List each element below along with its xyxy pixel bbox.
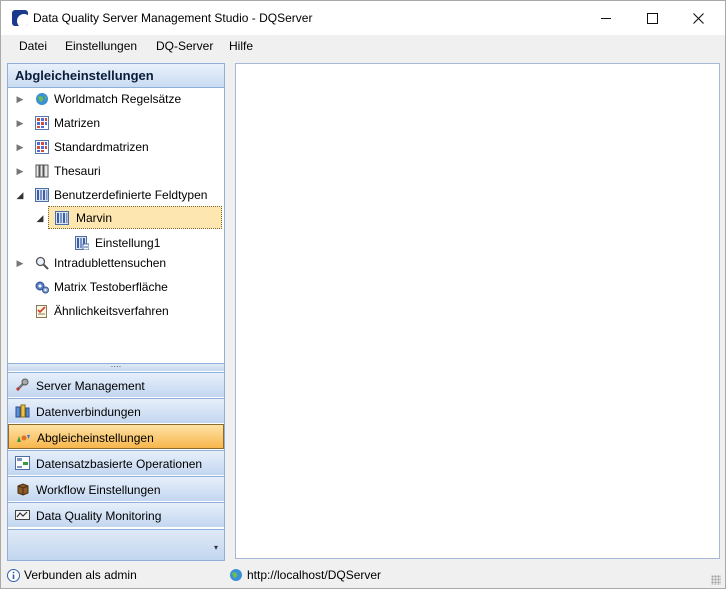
server-url-text: http://localhost/DQServer bbox=[247, 568, 382, 582]
globe-icon bbox=[230, 569, 242, 581]
tree-item-intradublettensuchen[interactable]: ▶ Intradublettensuchen bbox=[8, 253, 224, 273]
connection-status: Verbunden als admin bbox=[7, 568, 137, 582]
tree-item-label: Worldmatch Regelsätze bbox=[54, 92, 182, 106]
nav-overflow-bar[interactable]: ▾ bbox=[8, 529, 224, 560]
tree-item-worldmatch[interactable]: ▶ Worldmatch Regelsätze bbox=[8, 89, 224, 109]
maximize-icon bbox=[646, 12, 658, 24]
menu-hilfe[interactable]: Hilfe bbox=[229, 39, 253, 53]
matrix-icon bbox=[35, 116, 49, 130]
book-icon bbox=[35, 164, 49, 178]
fieldtype-icon bbox=[55, 211, 69, 225]
server-url: http://localhost/DQServer bbox=[229, 568, 381, 582]
resize-grip-icon[interactable] bbox=[711, 575, 721, 585]
globe-icon bbox=[36, 93, 48, 105]
panel-splitter[interactable]: ···· bbox=[8, 363, 224, 371]
app-window: Data Quality Server Management Studio - … bbox=[0, 0, 726, 589]
close-button[interactable] bbox=[675, 1, 721, 35]
title-bar[interactable]: Data Quality Server Management Studio - … bbox=[1, 1, 725, 35]
collapse-arrow-icon[interactable]: ◢ bbox=[35, 213, 45, 223]
tree-item-label: Einstellung1 bbox=[95, 236, 161, 250]
minimize-icon bbox=[601, 17, 611, 19]
monitor-icon bbox=[15, 510, 30, 520]
tree-item-einstellung1[interactable]: Einstellung1 bbox=[8, 233, 224, 253]
nav-datensatzbasierte-operationen[interactable]: Datensatzbasierte Operationen bbox=[8, 450, 224, 475]
tree-item-label: Matrix Testoberfläche bbox=[54, 280, 168, 294]
menu-datei[interactable]: Datei bbox=[19, 39, 47, 53]
expand-arrow-icon[interactable]: ▶ bbox=[15, 118, 25, 128]
tree-item-aehnlichkeitsverfahren[interactable]: Ähnlichkeitsverfahren bbox=[8, 301, 224, 321]
tree-item-label: Matrizen bbox=[54, 116, 101, 130]
navigation-panel: Abgleicheinstellungen ▶ Worldmatch Regel… bbox=[7, 63, 225, 561]
tree-item-label: Benutzerdefinierte Feldtypen bbox=[54, 188, 208, 202]
minimize-button[interactable] bbox=[583, 1, 629, 35]
tree-item-label: Intradublettensuchen bbox=[54, 256, 167, 270]
tree-item-label: Thesauri bbox=[54, 164, 101, 178]
tree-item-marvin[interactable]: ◢ Marvin bbox=[37, 206, 222, 229]
panel-header: Abgleicheinstellungen bbox=[8, 64, 224, 88]
app-logo-icon bbox=[12, 10, 28, 26]
expand-arrow-icon[interactable]: ▶ bbox=[15, 258, 25, 268]
gears-icon bbox=[35, 281, 49, 294]
tree-item-thesauri[interactable]: ▶ Thesauri bbox=[8, 161, 224, 181]
tree-item-matrizen[interactable]: ▶ Matrizen bbox=[8, 113, 224, 133]
tree-item-label: Marvin bbox=[76, 211, 113, 225]
connection-status-text: Verbunden als admin bbox=[24, 568, 137, 582]
settings-tree: ▶ Worldmatch Regelsätze ▶ Matrizen ▶ Sta… bbox=[8, 88, 224, 364]
info-icon bbox=[7, 568, 20, 582]
tree-item-label: Ähnlichkeitsverfahren bbox=[54, 304, 169, 318]
status-bar: Verbunden als admin http://localhost/DQS… bbox=[1, 564, 725, 588]
wrench-icon bbox=[15, 378, 29, 392]
setting-icon bbox=[75, 236, 89, 250]
expand-arrow-icon[interactable]: ▶ bbox=[15, 142, 25, 152]
matrix-icon bbox=[35, 140, 49, 154]
menu-dq-server[interactable]: DQ-Server bbox=[156, 39, 213, 53]
menu-bar: Datei Einstellungen DQ-Server Hilfe bbox=[1, 35, 725, 58]
nav-label: Data Quality Monitoring bbox=[36, 509, 162, 523]
expand-arrow-icon[interactable]: ▶ bbox=[15, 166, 25, 176]
nav-label: Abgleicheinstellungen bbox=[37, 431, 154, 445]
menu-einstellungen[interactable]: Einstellungen bbox=[65, 39, 137, 53]
nav-label: Server Management bbox=[36, 379, 145, 393]
abgleich-icon bbox=[17, 435, 30, 442]
nav-label: Datensatzbasierte Operationen bbox=[36, 457, 203, 471]
tree-item-label: Standardmatrizen bbox=[54, 140, 149, 154]
nav-datenverbindungen[interactable]: Datenverbindungen bbox=[8, 398, 224, 423]
nav-data-quality-monitoring[interactable]: Data Quality Monitoring bbox=[8, 502, 224, 527]
close-icon bbox=[692, 12, 704, 24]
fieldtype-icon bbox=[35, 188, 49, 202]
chevron-down-icon[interactable]: ▾ bbox=[214, 543, 218, 552]
nav-workflow-einstellungen[interactable]: Workflow Einstellungen bbox=[8, 476, 224, 501]
nav-label: Workflow Einstellungen bbox=[36, 483, 161, 497]
tree-item-benutzerdefinierte-feldtypen[interactable]: ◢ Benutzerdefinierte Feldtypen bbox=[8, 185, 224, 205]
checklist-icon bbox=[36, 305, 47, 318]
nav-abgleicheinstellungen[interactable]: Abgleicheinstellungen bbox=[8, 424, 224, 449]
maximize-button[interactable] bbox=[629, 1, 675, 35]
tree-item-standardmatrizen[interactable]: ▶ Standardmatrizen bbox=[8, 137, 224, 157]
tree-item-matrix-testoberflaeche[interactable]: Matrix Testoberfläche bbox=[8, 277, 224, 297]
expand-arrow-icon[interactable]: ▶ bbox=[15, 94, 25, 104]
database-icon bbox=[15, 404, 30, 418]
main-content-area bbox=[235, 63, 720, 559]
window-title: Data Quality Server Management Studio - … bbox=[33, 11, 313, 25]
nav-label: Datenverbindungen bbox=[36, 405, 141, 419]
panel-title: Abgleicheinstellungen bbox=[15, 68, 154, 83]
nav-server-management[interactable]: Server Management bbox=[8, 372, 224, 397]
magnifier-icon bbox=[35, 256, 49, 270]
box-icon bbox=[17, 483, 29, 496]
records-icon bbox=[15, 456, 30, 470]
collapse-arrow-icon[interactable]: ◢ bbox=[15, 190, 25, 200]
